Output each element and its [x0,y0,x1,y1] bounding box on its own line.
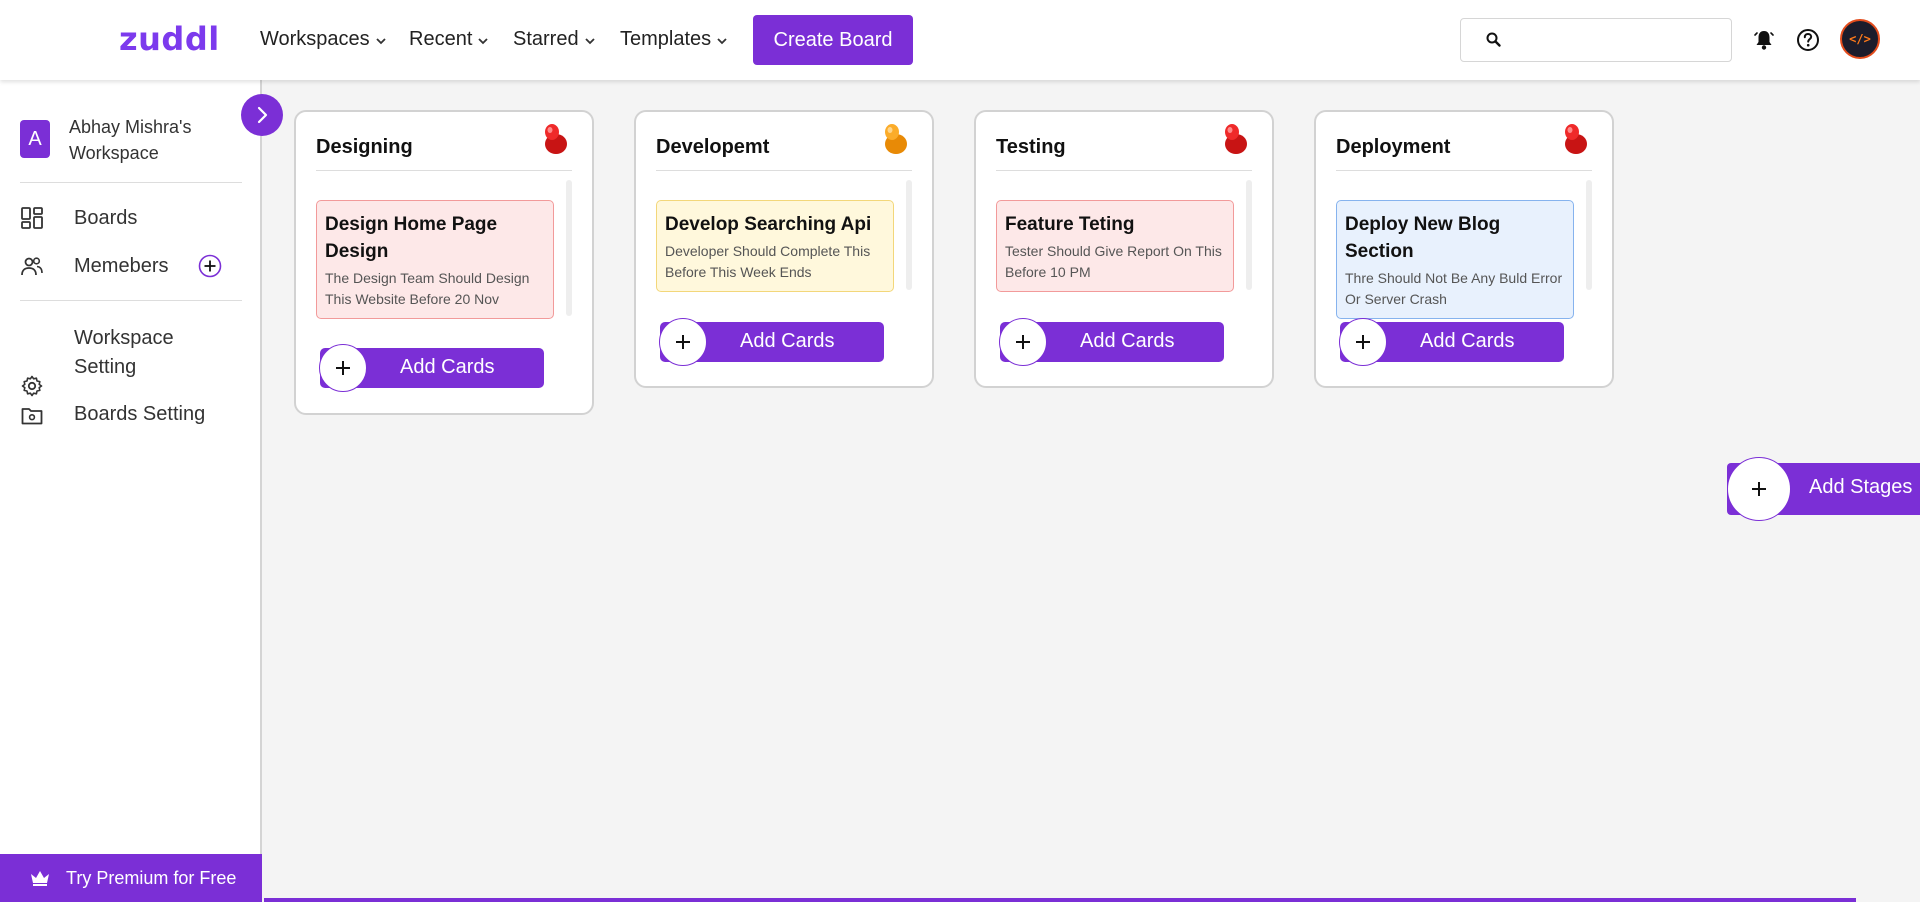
task-title: Develop Searching Api [665,214,872,235]
sidebar-divider [20,182,242,183]
sidebar-item-workspace-setting[interactable]: Workspace Setting [20,324,174,398]
add-cards-button[interactable]: Add Cards [659,318,884,366]
add-cards-label: Add Cards [400,356,495,378]
stage-column-testing: Testing Feature Teting Tester Should Giv… [974,110,1274,388]
sidebar-item-label: Workspace Setting [74,327,174,378]
sidebar-divider [20,300,242,301]
try-premium-button[interactable]: Try Premium for Free [0,854,262,902]
avatar-code-logo: </> [1849,32,1871,46]
task-description: The Design Team Should Design This Websi… [325,270,530,307]
search-icon [1486,32,1501,47]
stage-divider [656,170,912,171]
stage-scrollbar[interactable] [1586,180,1592,290]
sidebar-item-boards[interactable]: Boards [20,206,137,230]
chevron-down-icon [376,34,386,48]
bell-icon[interactable] [1751,27,1777,53]
plus-icon [319,344,367,392]
horizontal-scrollbar[interactable] [264,898,1856,902]
nav-starred[interactable]: Starred [513,28,595,51]
pushpin-icon [885,124,907,154]
members-icon [21,257,43,276]
nav-starred-label: Starred [513,28,579,50]
stage-column-designing: Designing Design Home Page Design The De… [294,110,594,415]
gear-icon [21,375,43,397]
chevron-down-icon [478,34,489,48]
sidebar-toggle-button[interactable] [241,94,283,136]
stage-scrollbar[interactable] [1246,180,1252,290]
sidebar-item-label: Boards [74,206,138,229]
add-cards-button[interactable]: Add Cards [1339,318,1564,366]
add-member-icon[interactable] [198,254,222,278]
stage-scrollbar[interactable] [906,180,912,290]
plus-icon [1727,457,1791,521]
workspace-name: Abhay Mishra's Workspace [69,117,192,163]
stage-column-development: Developemt Develop Searching Api Develop… [634,110,934,388]
search-box[interactable] [1460,18,1732,62]
stage-divider [1336,170,1592,171]
sidebar-item-label: Boards Setting [74,403,206,425]
crown-icon [31,871,49,886]
stage-title: Designing [316,136,413,158]
chevron-right-icon [257,106,268,124]
folder-settings-icon [21,408,43,425]
task-title: Deploy New Blog Section [1345,214,1501,262]
pushpin-icon [1225,124,1247,154]
pushpin-icon [545,124,567,154]
plus-icon [659,318,707,366]
sidebar-item-label: Memebers [74,254,169,277]
nav-recent-label: Recent [409,28,473,50]
task-description: Developer Should Complete This Before Th… [665,243,871,280]
stage-column-deployment: Deployment Deploy New Blog Section Thre … [1314,110,1614,388]
add-stages-label: Add Stages [1809,476,1913,498]
nav-templates[interactable]: Templates [620,28,727,51]
boards-grid-icon [21,207,43,229]
stage-title: Testing [996,136,1066,158]
task-card[interactable]: Develop Searching Api Developer Should C… [656,200,894,292]
stage-scrollbar[interactable] [566,180,572,316]
pushpin-icon [1565,124,1587,154]
zuddl-logo[interactable]: zuddl [119,20,220,58]
stage-title: Deployment [1336,136,1451,158]
sidebar-item-boards-setting[interactable]: Boards Setting [20,400,205,428]
nav-workspaces[interactable]: Workspaces [260,28,386,51]
sidebar-item-members[interactable]: Memebers [20,254,168,278]
nav-recent[interactable]: Recent [409,28,489,51]
task-description: Tester Should Give Report On This Before… [1005,243,1222,280]
nav-workspaces-label: Workspaces [260,28,370,50]
add-cards-label: Add Cards [1080,330,1175,352]
task-title: Design Home Page Design [325,214,498,262]
stage-title: Developemt [656,136,770,158]
chevron-down-icon [717,34,727,48]
task-description: Thre Should Not Be Any Buld Error Or Ser… [1345,270,1563,307]
add-cards-label: Add Cards [740,330,835,352]
task-card[interactable]: Design Home Page Design The Design Team … [316,200,554,319]
add-cards-button[interactable]: Add Cards [999,318,1224,366]
user-avatar[interactable]: </> [1840,19,1880,59]
workspace-avatar[interactable]: A [20,120,50,158]
stage-divider [316,170,572,171]
help-icon[interactable] [1795,27,1821,53]
add-stages-button[interactable]: Add Stages [1727,457,1920,521]
premium-label: Try Premium for Free [66,867,237,888]
plus-icon [999,318,1047,366]
task-card[interactable]: Feature Teting Tester Should Give Report… [996,200,1234,292]
stage-divider [996,170,1252,171]
sidebar: A Abhay Mishra's Workspace Boards Memebe… [0,80,262,902]
top-navbar: zuddl Workspaces Recent Starred Template… [0,0,1920,80]
chevron-down-icon [584,34,595,48]
task-title: Feature Teting [1005,214,1135,235]
task-card[interactable]: Deploy New Blog Section Thre Should Not … [1336,200,1574,319]
nav-templates-label: Templates [620,28,712,50]
plus-icon [1339,318,1387,366]
add-cards-button[interactable]: Add Cards [319,344,544,392]
search-input[interactable] [1513,25,1723,55]
add-cards-label: Add Cards [1420,330,1515,352]
create-board-button[interactable]: Create Board [753,15,913,65]
